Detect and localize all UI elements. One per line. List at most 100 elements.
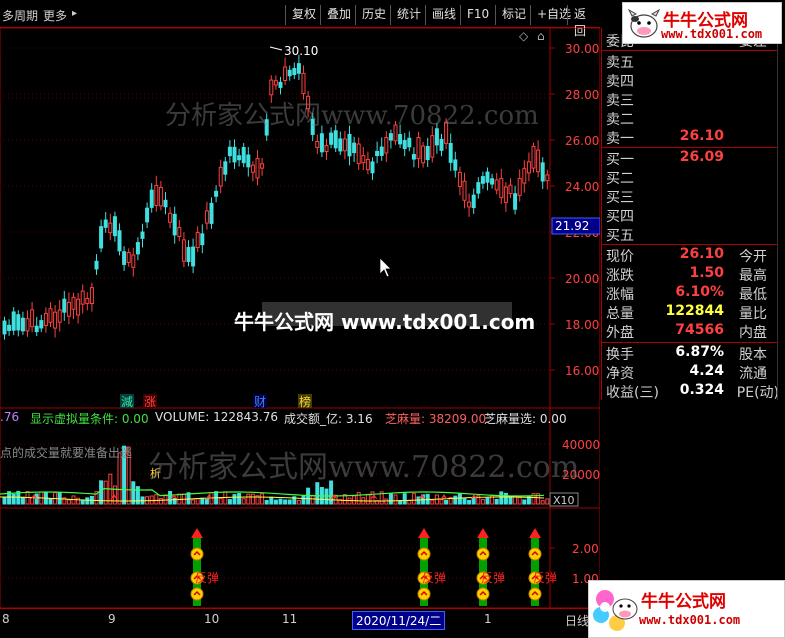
- candle-body: [131, 254, 136, 268]
- volume-bar: [48, 498, 53, 505]
- candle-body: [324, 145, 329, 152]
- volume-ma-line: [0, 488, 545, 497]
- candle-body: [476, 182, 481, 194]
- signal-arrow-up-icon: [477, 528, 489, 538]
- signal-dot: [528, 547, 542, 561]
- diamond-icon[interactable]: ◇: [519, 29, 529, 43]
- volume-bar: [301, 495, 306, 505]
- candle-body: [375, 150, 380, 157]
- volume-value: VOLUME: 122843.76: [155, 410, 278, 424]
- candle-body: [186, 246, 191, 263]
- volume-bar: [352, 495, 357, 505]
- f10-button[interactable]: F10: [460, 5, 495, 25]
- period-label[interactable]: 日线: [565, 612, 589, 629]
- volume-bar: [227, 499, 232, 505]
- flower-cow-icon: [593, 590, 638, 631]
- volume-bar: [195, 498, 200, 505]
- quote-row-change-pct: 涨幅 6.10% 最低: [606, 284, 767, 303]
- indicator-chart[interactable]: 反弹 反弹 反弹 反弹 2.001.00: [0, 508, 600, 608]
- candle-body: [352, 142, 357, 154]
- candle-body: [20, 317, 25, 332]
- quote-scrollbar[interactable]: [777, 28, 785, 400]
- volume-bar: [490, 494, 495, 505]
- candle-body: [462, 180, 467, 201]
- fuquan-button[interactable]: 复权: [285, 5, 322, 25]
- candle-body: [16, 314, 21, 331]
- candle-body: [11, 311, 16, 331]
- candle-body: [411, 154, 416, 160]
- quote-row-volume: 总量 122844 量比: [606, 303, 767, 322]
- candle-body: [218, 166, 223, 187]
- candlestick-chart[interactable]: 30.0028.0026.0024.0022.0020.0018.0016.00…: [0, 28, 600, 408]
- candle-body: [108, 222, 113, 234]
- back-button[interactable]: 返回: [567, 5, 600, 38]
- collapse-icon[interactable]: ⌂: [537, 29, 545, 43]
- divider: [602, 147, 777, 148]
- high-price-marker: 30.10: [269, 44, 318, 58]
- signal-dot: [528, 587, 542, 601]
- candle-body: [425, 145, 430, 161]
- site-logo-top: 牛牛公式网 www.tdx001.com: [622, 2, 782, 44]
- quote-row-outer: 外盘 74566 内盘: [606, 322, 767, 341]
- quote-row-turnover: 换手 6.87% 股本: [606, 344, 767, 363]
- volume-header: .76 显示虚拟量条件: 0.00 VOLUME: 122843.76 成交额_…: [0, 410, 567, 426]
- signal-dot: [190, 547, 204, 561]
- divider: [602, 50, 777, 51]
- more-arrow-icon[interactable]: ▸: [72, 8, 77, 19]
- volume-bar: [85, 497, 90, 505]
- volume-bar: [356, 492, 361, 505]
- quote-row-sell4: 卖四: [606, 74, 634, 90]
- price-tick-label: 16.00: [565, 364, 599, 378]
- volume-bar: [269, 496, 274, 505]
- draw-line-button[interactable]: 画线: [425, 5, 462, 25]
- date-tick: 1: [484, 612, 492, 626]
- volume-multiplier: X10: [553, 494, 575, 507]
- rebound-label: 反弹: [422, 571, 446, 585]
- more-menu[interactable]: 更多: [43, 7, 67, 24]
- volume-bar: [283, 499, 288, 505]
- candle-body: [195, 232, 200, 249]
- candle-body: [273, 80, 278, 86]
- divider: [602, 342, 777, 343]
- virtual-volume-condition: 显示虚拟量条件: 0.00: [30, 412, 149, 426]
- signal-dot: [417, 547, 431, 561]
- candle-body: [545, 174, 550, 182]
- statistics-button[interactable]: 统计: [390, 5, 427, 25]
- turnover-value: 成交额_亿: 3.16: [284, 412, 373, 426]
- candle-body: [296, 63, 301, 74]
- candle-body: [453, 159, 458, 171]
- candle-body: [30, 309, 35, 328]
- volume-bar: [76, 497, 81, 505]
- zhima-select: 芝麻量选: 0.00: [484, 412, 567, 426]
- candle-body: [526, 161, 531, 174]
- volume-bar: [467, 499, 472, 505]
- rebound-signal: 反弹: [528, 528, 557, 606]
- candle-body: [342, 138, 347, 152]
- candle-body: [43, 313, 48, 327]
- volume-bar: [444, 499, 449, 505]
- price-tick-label: 18.00: [565, 318, 599, 332]
- history-button[interactable]: 历史: [355, 5, 392, 25]
- candle-body: [467, 201, 472, 208]
- price-tick-label: 24.00: [565, 180, 599, 194]
- candle-body: [398, 134, 403, 145]
- chart-frame: [0, 28, 600, 408]
- candle-body: [269, 79, 274, 96]
- candle-body: [103, 219, 108, 228]
- candle-body: [402, 139, 407, 150]
- volume-bar: [163, 494, 168, 505]
- multi-period-label[interactable]: 多周期: [2, 7, 38, 24]
- candle-body: [158, 186, 163, 207]
- quote-row-buy2: 买二: [606, 171, 634, 187]
- candle-body: [94, 260, 99, 270]
- overlay-button[interactable]: 叠加: [320, 5, 357, 25]
- signal-dot: [190, 587, 204, 601]
- mark-button[interactable]: 标记: [495, 5, 532, 25]
- volume-bar: [508, 496, 513, 505]
- candle-body: [361, 155, 366, 164]
- candle-body: [140, 231, 145, 239]
- volume-bar: [218, 498, 223, 505]
- candle-body: [407, 137, 412, 148]
- cow-mascot-icon: [627, 8, 661, 38]
- candle-body: [214, 190, 219, 197]
